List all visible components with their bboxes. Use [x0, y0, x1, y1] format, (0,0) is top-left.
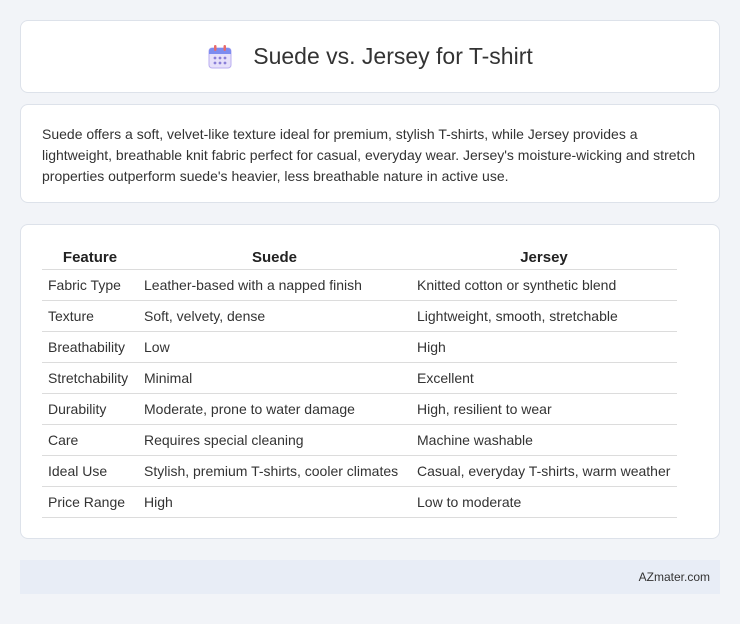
table-row: Price Range High Low to moderate	[42, 486, 677, 518]
suede-cell: Low	[138, 331, 411, 363]
table-row: Breathability Low High	[42, 331, 677, 363]
jersey-cell: High, resilient to wear	[411, 393, 677, 425]
footer-site-name: AZmater.com	[638, 570, 710, 584]
footer: AZmater.com	[20, 560, 720, 594]
table-row: Durability Moderate, prone to water dama…	[42, 393, 677, 425]
comparison-table: Feature Suede Jersey Fabric Type Leather…	[42, 247, 677, 518]
table-row: Care Requires special cleaning Machine w…	[42, 424, 677, 456]
feature-cell: Durability	[42, 393, 138, 425]
suede-cell: Stylish, premium T-shirts, cooler climat…	[138, 455, 411, 487]
jersey-cell: Lightweight, smooth, stretchable	[411, 300, 677, 332]
header: Suede vs. Jersey for T-shirt	[21, 21, 719, 92]
table-row: Texture Soft, velvety, dense Lightweight…	[42, 300, 677, 332]
jersey-cell: High	[411, 331, 677, 363]
feature-cell: Stretchability	[42, 362, 138, 394]
column-header-suede: Suede	[138, 247, 411, 270]
jersey-cell: Machine washable	[411, 424, 677, 456]
summary-text: Suede offers a soft, velvet-like texture…	[42, 126, 696, 184]
suede-cell: Soft, velvety, dense	[138, 300, 411, 332]
table-header-row: Feature Suede Jersey	[42, 247, 677, 270]
feature-cell: Breathability	[42, 331, 138, 363]
column-header-feature: Feature	[42, 247, 138, 270]
header-card: Suede vs. Jersey for T-shirt	[20, 20, 720, 93]
table-row: Stretchability Minimal Excellent	[42, 362, 677, 394]
jersey-cell: Knitted cotton or synthetic blend	[411, 269, 677, 301]
feature-cell: Care	[42, 424, 138, 456]
jersey-cell: Casual, everyday T-shirts, warm weather	[411, 455, 677, 487]
table-row: Ideal Use Stylish, premium T-shirts, coo…	[42, 455, 677, 487]
suede-cell: High	[138, 486, 411, 518]
feature-cell: Fabric Type	[42, 269, 138, 301]
feature-cell: Ideal Use	[42, 455, 138, 487]
suede-cell: Leather-based with a napped finish	[138, 269, 411, 301]
page-title: Suede vs. Jersey for T-shirt	[253, 43, 533, 69]
table-card: Feature Suede Jersey Fabric Type Leather…	[20, 224, 720, 539]
table-row: Fabric Type Leather-based with a napped …	[42, 269, 677, 301]
jersey-cell: Excellent	[411, 362, 677, 394]
summary-card: Suede offers a soft, velvet-like texture…	[20, 104, 720, 203]
column-header-jersey: Jersey	[411, 247, 677, 270]
calendar-icon	[208, 44, 232, 68]
feature-cell: Price Range	[42, 486, 138, 518]
suede-cell: Requires special cleaning	[138, 424, 411, 456]
suede-cell: Moderate, prone to water damage	[138, 393, 411, 425]
feature-cell: Texture	[42, 300, 138, 332]
jersey-cell: Low to moderate	[411, 486, 677, 518]
suede-cell: Minimal	[138, 362, 411, 394]
